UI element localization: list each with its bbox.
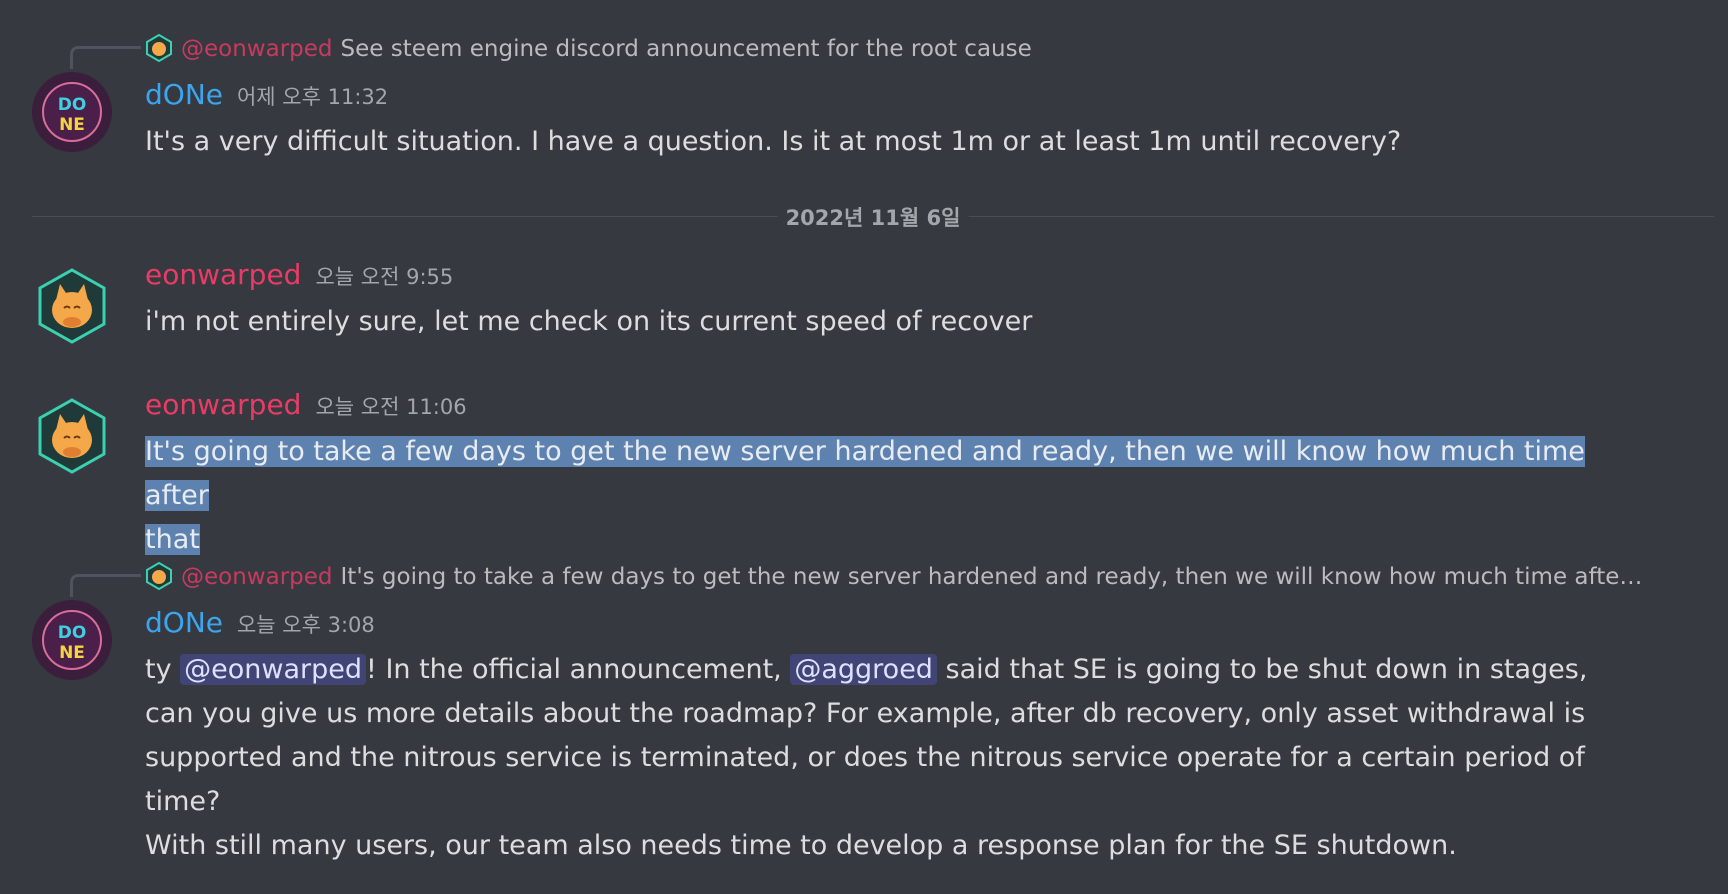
author-name[interactable]: eonwarped	[145, 388, 301, 421]
message-header: dONe 오늘 오후 3:08	[145, 606, 375, 639]
date-divider-label: 2022년 11월 6일	[777, 202, 969, 232]
reply-connector	[70, 46, 141, 69]
eonwarped-avatar[interactable]	[32, 266, 112, 346]
message-header: dONe 어제 오후 11:32	[145, 78, 388, 111]
selected-text: that	[145, 524, 200, 555]
cat-mini-avatar-icon	[145, 562, 173, 590]
timestamp[interactable]: 오늘 오전 9:55	[315, 265, 453, 289]
message-header: eonwarped 오늘 오전 9:55	[145, 258, 453, 291]
user-mention[interactable]: @eonwarped	[180, 654, 367, 685]
reply-preview[interactable]: @eonwarped It's going to take a few days …	[145, 562, 1645, 590]
svg-text:NE: NE	[59, 643, 85, 663]
svg-text:NE: NE	[59, 115, 85, 135]
timestamp[interactable]: 어제 오후 11:32	[237, 85, 388, 109]
cat-hexagon-icon	[38, 398, 106, 474]
reply-text: It's going to take a few days to get the…	[340, 564, 1645, 590]
eonwarped-avatar[interactable]	[32, 396, 112, 476]
message-content-paragraph: With still many users, our team also nee…	[145, 830, 1457, 861]
date-divider: 2022년 11월 6일	[32, 202, 1714, 232]
svg-text:DO: DO	[58, 95, 87, 115]
text-mid: ! In the official announcement,	[366, 654, 791, 685]
message-content: i'm not entirely sure, let me check on i…	[145, 306, 1033, 337]
chat-view: @eonwarped See steem engine discord annou…	[0, 0, 1728, 894]
reply-text: See steem engine discord announcement fo…	[340, 36, 1032, 62]
message-content: It's a very difficult situation. I have …	[145, 126, 1402, 157]
timestamp[interactable]: 오늘 오후 3:08	[237, 613, 375, 637]
user-mention[interactable]: @aggroed	[790, 654, 937, 685]
message-header: eonwarped 오늘 오전 11:06	[145, 388, 467, 421]
done-logo-icon: DO NE	[32, 600, 112, 680]
svg-text:DO: DO	[58, 623, 87, 643]
done-avatar[interactable]: DO NE	[32, 72, 112, 152]
done-logo-icon: DO NE	[32, 72, 112, 152]
reply-author[interactable]: @eonwarped	[181, 564, 333, 590]
message-content: ty @eonwarped! In the official announcem…	[145, 648, 1625, 824]
text-prefix: ty	[145, 654, 181, 685]
cat-mini-avatar-icon	[145, 34, 173, 62]
author-name[interactable]: dONe	[145, 78, 223, 111]
message-content: It's going to take a few days to get the…	[145, 430, 1625, 562]
reply-preview[interactable]: @eonwarped See steem engine discord annou…	[145, 34, 1645, 62]
author-name[interactable]: dONe	[145, 606, 223, 639]
done-avatar[interactable]: DO NE	[32, 600, 112, 680]
selected-text: It's going to take a few days to get the…	[145, 436, 1585, 511]
reply-connector	[70, 574, 141, 597]
timestamp[interactable]: 오늘 오전 11:06	[315, 395, 466, 419]
cat-hexagon-icon	[38, 268, 106, 344]
author-name[interactable]: eonwarped	[145, 258, 301, 291]
reply-author[interactable]: @eonwarped	[181, 36, 333, 62]
